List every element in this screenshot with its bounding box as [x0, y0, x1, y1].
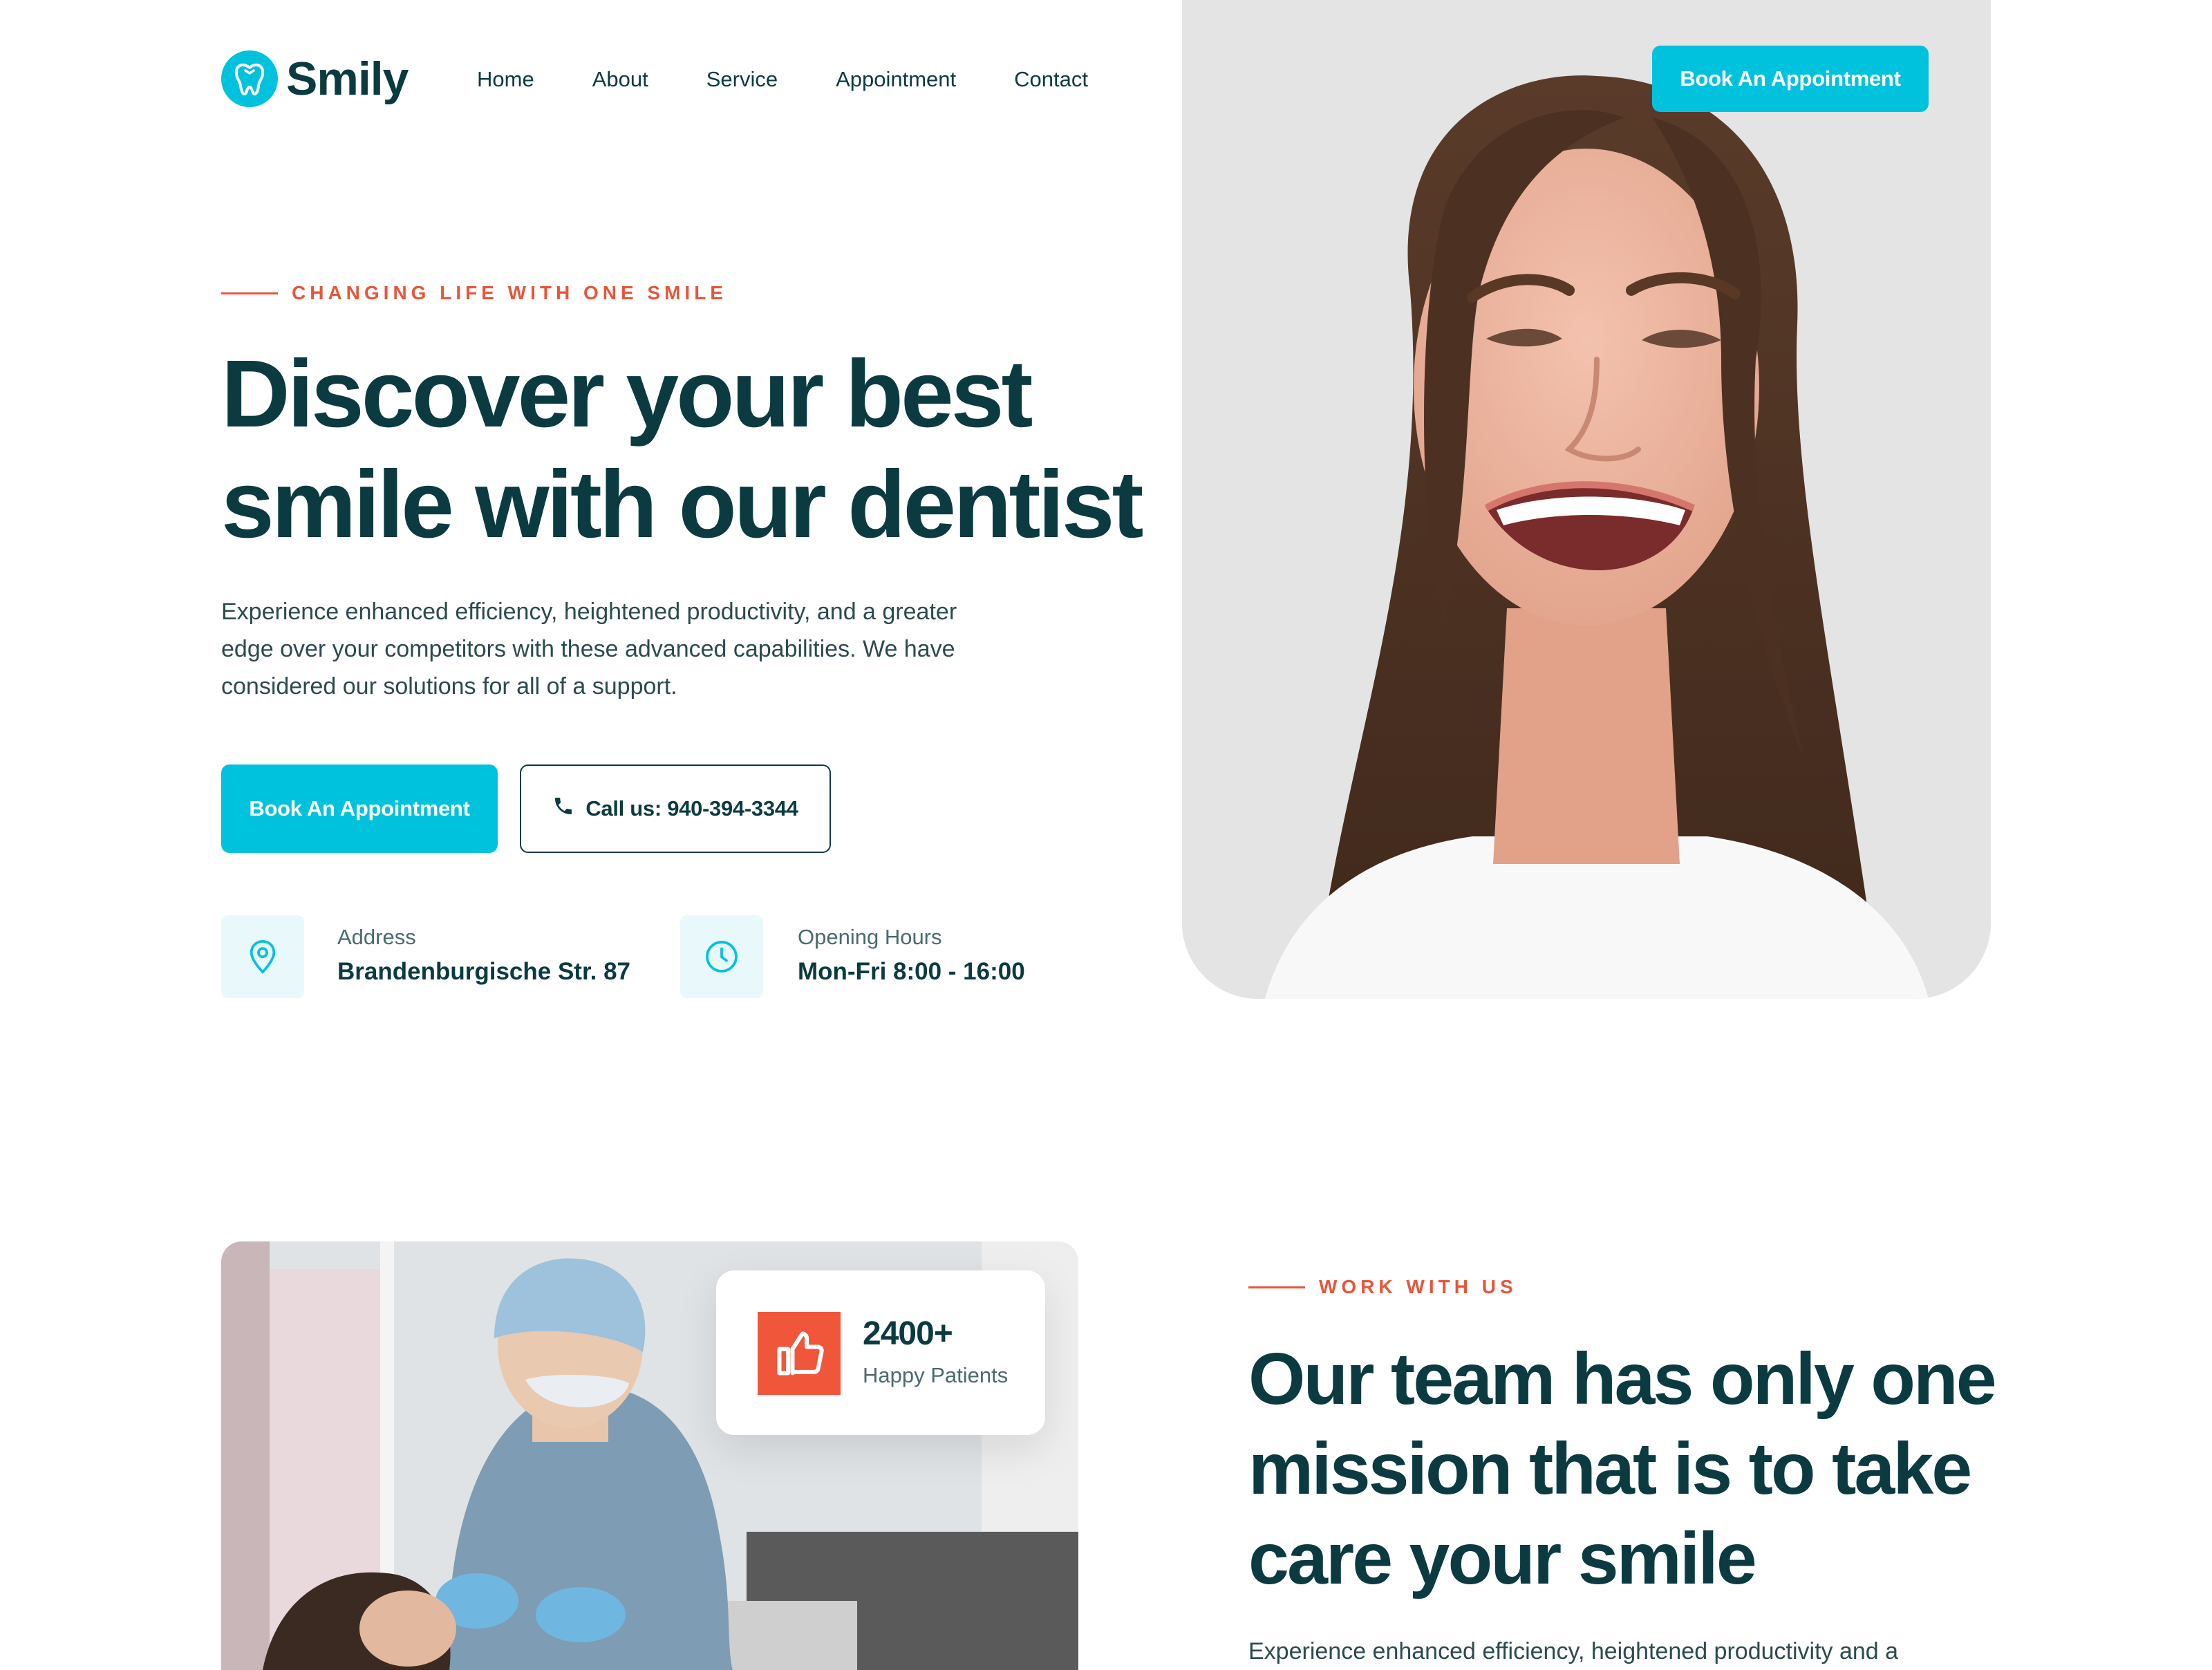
header-book-appointment-button[interactable]: Book An Appointment: [1652, 46, 1929, 112]
tooth-icon: [221, 50, 278, 107]
address-label: Address: [337, 925, 416, 949]
eyebrow-line: [1248, 1286, 1305, 1288]
happy-patients-label: Happy Patients: [863, 1363, 1009, 1387]
thumbs-up-icon: [758, 1312, 841, 1395]
hero-description: Experience enhanced efficiency, heighten…: [221, 599, 957, 700]
phone-icon: [552, 795, 574, 823]
call-us-button[interactable]: Call us: 940-394-3344: [520, 764, 831, 853]
hours-value: Mon-Fri 8:00 - 16:00: [798, 958, 1025, 985]
nav-item-appointment[interactable]: Appointment: [836, 67, 956, 92]
nav-item-about[interactable]: About: [592, 67, 648, 92]
happy-patients-count: 2400+: [863, 1315, 953, 1352]
hero-title-line2: smile with our dentist: [221, 451, 1143, 558]
work-description: Experience enhanced efficiency, heighten…: [1248, 1638, 1899, 1664]
eyebrow-line: [221, 292, 278, 294]
work-eyebrow: WORK WITH US: [1248, 1276, 1517, 1298]
hero-eyebrow: CHANGING LIFE WITH ONE SMILE: [221, 282, 727, 304]
main-nav: Home About Service Appointment Contact: [477, 62, 1088, 97]
hero-eyebrow-text: CHANGING LIFE WITH ONE SMILE: [292, 282, 727, 303]
call-us-label: Call us: 940-394-3344: [585, 796, 798, 820]
work-title-line3: care your smile: [1248, 1518, 1757, 1599]
happy-patients-card: 2400+ Happy Patients: [716, 1270, 1045, 1435]
hero-title-line1: Discover your best: [221, 341, 1033, 447]
nav-item-contact[interactable]: Contact: [1014, 67, 1088, 92]
brand-name: Smily: [286, 53, 409, 105]
address-block: Address Brandenburgische Str. 87: [337, 925, 630, 986]
nav-item-home[interactable]: Home: [477, 67, 534, 92]
hours-block: Opening Hours Mon-Fri 8:00 - 16:00: [798, 925, 1025, 986]
work-eyebrow-text: WORK WITH US: [1319, 1276, 1517, 1297]
logo[interactable]: Smily: [221, 50, 409, 108]
location-pin-icon: [221, 915, 304, 998]
clock-icon: [680, 915, 763, 998]
work-title-line1: Our team has only one: [1248, 1338, 1997, 1420]
work-title: Our team has only one mission that is to…: [1248, 1334, 2147, 1604]
address-value: Brandenburgische Str. 87: [337, 958, 631, 985]
nav-item-service[interactable]: Service: [706, 67, 778, 92]
hero-book-appointment-button[interactable]: Book An Appointment: [221, 764, 498, 853]
hero-photo: [1182, 0, 1991, 999]
hours-label: Opening Hours: [798, 925, 942, 949]
hero-title: Discover your best smile with our dentis…: [221, 339, 1175, 560]
work-title-line2: mission that is to take: [1248, 1428, 1972, 1510]
